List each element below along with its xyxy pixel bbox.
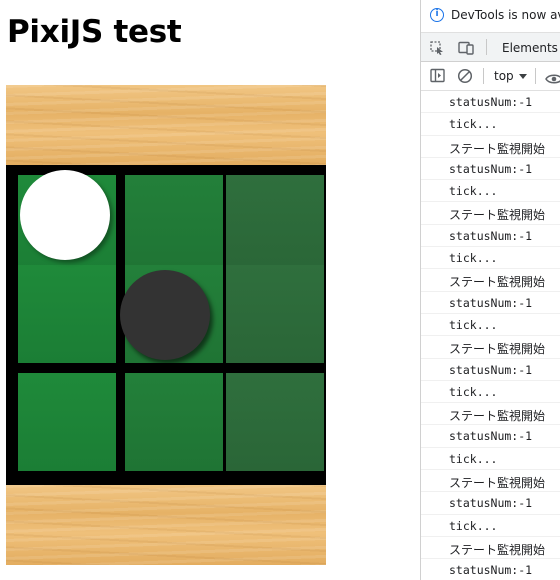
devtools-panel: i DevTools is now avai Elements bbox=[420, 0, 560, 580]
console-log-text: ステート監視開始 bbox=[449, 208, 546, 223]
console-log-text: statusNum:-1 bbox=[449, 95, 533, 109]
game-board[interactable] bbox=[6, 165, 326, 485]
console-log-text: tick... bbox=[449, 184, 498, 199]
console-log-entry: statusNum:-1 bbox=[421, 359, 560, 381]
tab-elements[interactable]: Elements bbox=[502, 41, 558, 55]
console-log-text: statusNum:-1 bbox=[449, 563, 533, 578]
console-toolbar: top bbox=[421, 62, 560, 91]
wood-background-bottom bbox=[6, 485, 326, 565]
console-log-text: ステート監視開始 bbox=[449, 476, 546, 491]
console-log-entry: statusNum:-1 bbox=[421, 492, 560, 515]
tab-separator bbox=[486, 39, 487, 55]
toolbar-separator bbox=[483, 68, 484, 84]
console-log-text: tick... bbox=[449, 317, 498, 332]
sidebar-toggle-icon[interactable] bbox=[430, 68, 445, 87]
console-log-entry: tick... bbox=[421, 314, 560, 337]
info-icon: i bbox=[430, 8, 444, 22]
board-cell-r3c3[interactable] bbox=[226, 373, 324, 471]
console-log-text: tick... bbox=[449, 451, 498, 466]
console-log-entry: ステート監視開始 bbox=[421, 537, 560, 560]
console-log-text: tick... bbox=[449, 384, 498, 399]
console-log-text: ステート監視開始 bbox=[449, 542, 546, 557]
console-log-text: ステート監視開始 bbox=[449, 409, 546, 424]
console-log-entry: statusNum:-1 bbox=[421, 559, 560, 580]
board-cell-r1c3[interactable] bbox=[226, 175, 324, 273]
toolbar-separator bbox=[535, 68, 536, 84]
console-log-text: tick... bbox=[449, 117, 498, 132]
chevron-down-icon[interactable] bbox=[519, 74, 527, 79]
board-cell-r2c3[interactable] bbox=[226, 265, 324, 363]
console-log-entry: statusNum:-1 bbox=[421, 158, 560, 181]
white-stone bbox=[20, 170, 110, 260]
console-log-text: statusNum:-1 bbox=[449, 228, 533, 243]
console-log-entry: ステート監視開始 bbox=[421, 403, 560, 426]
console-log-entry: ステート監視開始 bbox=[421, 336, 560, 359]
pixi-canvas[interactable] bbox=[6, 85, 326, 565]
console-log: statusNum:-1 tick... ステート監視開始 statusNum:-1 t… bbox=[421, 91, 560, 580]
page-title: PixiJS test bbox=[7, 14, 182, 50]
console-log-text: statusNum:-1 bbox=[449, 429, 533, 444]
console-log-text: statusNum:-1 bbox=[449, 362, 533, 377]
console-log-entry: ステート監視開始 bbox=[421, 136, 560, 158]
console-log-entry: ステート監視開始 bbox=[421, 202, 560, 225]
console-log-text: statusNum:-1 bbox=[449, 295, 533, 310]
console-log-entry: tick... bbox=[421, 381, 560, 404]
console-log-text: tick... bbox=[449, 518, 498, 533]
console-log-entry: tick... bbox=[421, 448, 560, 471]
console-log-entry: statusNum:-1 bbox=[421, 292, 560, 314]
clear-console-icon[interactable] bbox=[457, 68, 473, 88]
console-log-entry: statusNum:-1 bbox=[421, 225, 560, 248]
console-log-entry: tick... bbox=[421, 180, 560, 203]
console-log-entry: statusNum:-1 bbox=[421, 91, 560, 114]
console-log-entry: tick... bbox=[421, 113, 560, 136]
console-log-entry: statusNum:-1 bbox=[421, 425, 560, 448]
board-cell-r1c2[interactable] bbox=[125, 175, 223, 273]
board-cell-r3c2[interactable] bbox=[125, 373, 223, 471]
black-stone bbox=[120, 270, 210, 360]
console-log-entry: ステート監視開始 bbox=[421, 470, 560, 493]
console-log-text: statusNum:-1 bbox=[449, 161, 533, 176]
console-log-entry: tick... bbox=[421, 247, 560, 270]
board-cell-r3c1[interactable] bbox=[18, 373, 116, 471]
devtools-notice-bar: i DevTools is now avai bbox=[421, 0, 560, 33]
console-log-entry: tick... bbox=[421, 515, 560, 537]
console-log-text: ステート監視開始 bbox=[449, 275, 546, 290]
console-log-text: ステート監視開始 bbox=[449, 342, 546, 357]
console-log-text: statusNum:-1 bbox=[449, 496, 533, 511]
devtools-notice-text: DevTools is now avai bbox=[451, 8, 560, 22]
eye-icon[interactable] bbox=[545, 70, 560, 89]
context-selector[interactable]: top bbox=[494, 69, 514, 83]
devtools-tab-bar: Elements bbox=[421, 33, 560, 62]
board-cell-r2c1[interactable] bbox=[18, 265, 116, 363]
wood-background-top bbox=[6, 85, 326, 165]
console-log-entry: ステート監視開始 bbox=[421, 269, 560, 292]
console-log-text: ステート監視開始 bbox=[449, 141, 546, 156]
console-log-text: tick... bbox=[449, 251, 498, 266]
device-toolbar-icon[interactable] bbox=[458, 40, 474, 55]
inspect-element-icon[interactable] bbox=[430, 40, 445, 55]
